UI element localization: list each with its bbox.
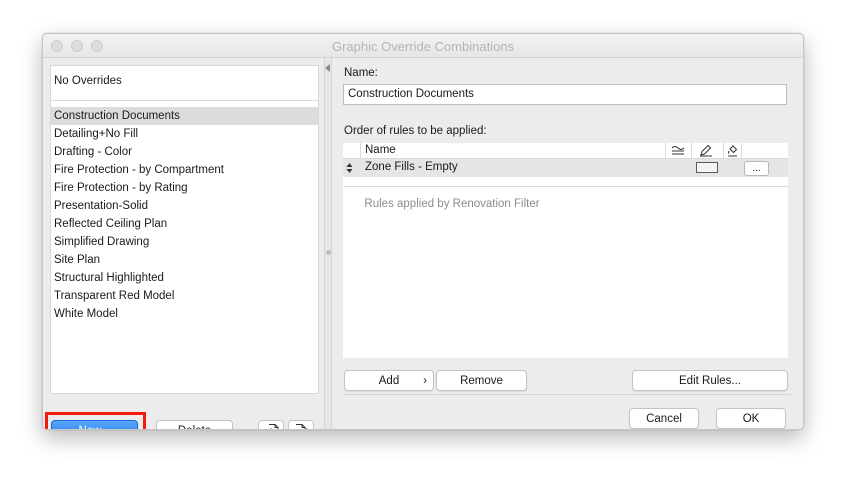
list-item-simplified-drawing[interactable]: Simplified Drawing [51,233,318,251]
add-button[interactable]: Add › [344,370,434,391]
fill-swatch[interactable] [696,162,718,173]
rules-table: Name Zone Fills - Empty ... Rules applie… [343,143,788,358]
triangle-left-icon[interactable] [325,64,330,72]
surface-icon [671,146,685,155]
no-overrides-item[interactable]: No Overrides [54,75,122,87]
edit-rules-button[interactable]: Edit Rules... [632,370,788,391]
order-label: Order of rules to be applied: [344,125,487,137]
list-item-construction-documents[interactable]: Construction Documents [51,107,318,125]
rule-settings-button[interactable]: ... [744,161,769,176]
list-item-site-plan[interactable]: Site Plan [51,251,318,269]
delete-button[interactable]: Delete [156,420,233,429]
import-button[interactable] [258,420,284,429]
renovation-filter-text: Rules applied by Renovation Filter [364,198,540,210]
list-divider [51,100,318,101]
splitter-grip[interactable] [326,250,331,255]
combinations-list[interactable]: No Overrides Construction Documents Deta… [50,65,319,394]
column-surface[interactable] [665,143,692,158]
list-item-detailing-no-fill[interactable]: Detailing+No Fill [51,125,318,143]
combinations-panel: No Overrides Construction Documents Deta… [43,58,324,429]
cancel-button[interactable]: Cancel [629,408,699,429]
list-item-fire-protection-compartment[interactable]: Fire Protection - by Compartment [51,161,318,179]
up-down-arrows-icon[interactable] [346,162,353,174]
pen-icon [700,144,712,157]
list-item-fire-protection-rating[interactable]: Fire Protection - by Rating [51,179,318,197]
rules-divider [343,186,788,187]
fill-bucket-icon [728,145,738,157]
ok-button[interactable]: OK [716,408,786,429]
list-item-white-model[interactable]: White Model [51,305,318,323]
graphic-override-dialog: Graphic Override Combinations No Overrid… [42,33,804,430]
list-item-transparent-red-model[interactable]: Transparent Red Model [51,287,318,305]
rule-name: Zone Fills - Empty [365,161,458,173]
column-pen[interactable] [691,143,724,158]
chevron-right-icon: › [423,375,427,387]
name-field[interactable]: Construction Documents [343,84,787,105]
remove-button[interactable]: Remove [436,370,527,391]
export-button[interactable] [288,420,314,429]
panel-splitter[interactable] [324,58,332,429]
window-title: Graphic Override Combinations [331,39,515,54]
column-name[interactable]: Name [360,143,666,158]
combination-details-panel: Name: Construction Documents Order of ru… [333,58,803,429]
list-item-reflected-ceiling-plan[interactable]: Reflected Ceiling Plan [51,215,318,233]
column-settings [741,143,789,158]
column-name-label: Name [365,144,396,156]
rule-row[interactable]: Zone Fills - Empty ... [343,159,788,177]
import-icon [269,424,279,429]
footer-divider [343,394,791,395]
combination-items: Construction Documents Detailing+No Fill… [51,107,318,323]
column-fill[interactable] [723,143,742,158]
name-label: Name: [344,67,378,79]
new-button-highlight [45,412,146,429]
add-button-label: Add [378,375,400,387]
export-icon [296,424,308,429]
list-item-drafting-color[interactable]: Drafting - Color [51,143,318,161]
rules-table-header: Name [343,143,788,159]
title-bar: Graphic Override Combinations [43,34,803,58]
list-item-presentation-solid[interactable]: Presentation-Solid [51,197,318,215]
list-item-structural-highlighted[interactable]: Structural Highlighted [51,269,318,287]
